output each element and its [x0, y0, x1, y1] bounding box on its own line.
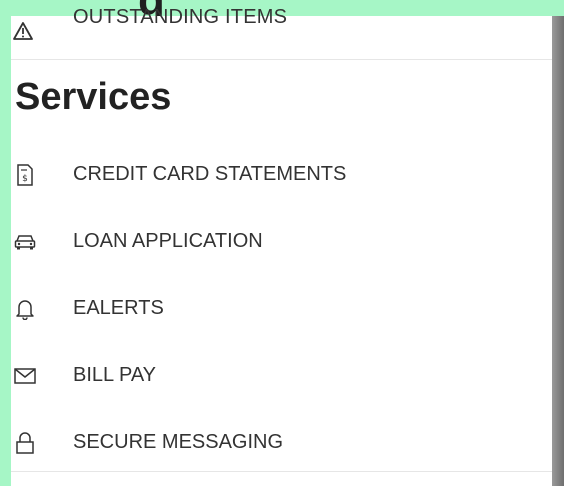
- menu-item-label: SECURE MESSAGING: [73, 431, 284, 453]
- bell-icon: [13, 297, 37, 321]
- menu-item-ealerts[interactable]: EALERTS: [11, 275, 552, 342]
- menu-item-bill-pay[interactable]: BILL PAY: [11, 342, 552, 409]
- warning-icon: [13, 22, 33, 40]
- outstanding-items-link[interactable]: OUTSTANDING ITEMS: [11, 6, 552, 60]
- divider: [11, 471, 552, 472]
- car-icon: [13, 230, 37, 254]
- outstanding-items-label: OUTSTANDING ITEMS: [73, 6, 288, 28]
- services-menu: $ CREDIT CARD STATEMENTS LOAN APPLICATIO…: [11, 141, 552, 476]
- menu-item-label: CREDIT CARD STATEMENTS: [73, 163, 347, 185]
- lock-icon: [13, 431, 37, 455]
- menu-item-label: EALERTS: [73, 297, 164, 319]
- menu-item-loan-application[interactable]: LOAN APPLICATION: [11, 208, 552, 275]
- menu-item-label: BILL PAY: [73, 364, 157, 386]
- statement-icon: $: [13, 163, 37, 187]
- services-title: Services: [15, 76, 172, 118]
- menu-item-credit-card-statements[interactable]: $ CREDIT CARD STATEMENTS: [11, 141, 552, 208]
- envelope-icon: [13, 364, 37, 388]
- sidebar-panel: OUTSTANDING ITEMS Services $ CREDIT CARD…: [11, 6, 552, 486]
- panel-shadow: [552, 16, 564, 486]
- menu-item-secure-messaging[interactable]: SECURE MESSAGING: [11, 409, 552, 476]
- menu-item-label: LOAN APPLICATION: [73, 230, 263, 252]
- svg-text:$: $: [22, 174, 28, 184]
